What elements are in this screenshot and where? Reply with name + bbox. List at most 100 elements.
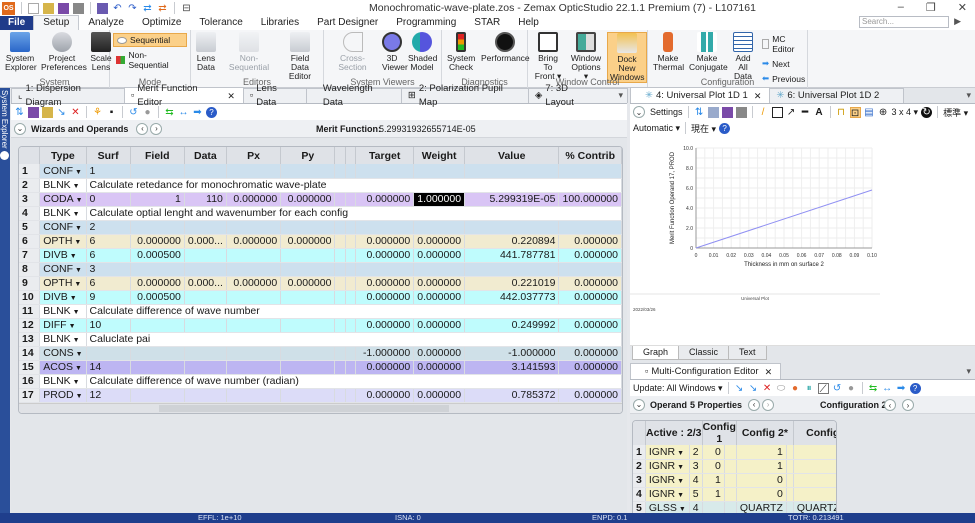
surf-cell[interactable]: 14 (86, 360, 131, 375)
operand-row[interactable]: 4 BLNK ▼ Calculate optial lenght and wavenu… (19, 206, 622, 221)
system-check-button[interactable]: System Check (445, 32, 477, 72)
dropdown-icon[interactable]: ▼ (679, 506, 686, 513)
data-cell[interactable] (184, 388, 227, 403)
operand-type-cell[interactable]: IGNR ▼ (645, 459, 690, 474)
operand-row[interactable]: 13 BLNK ▼ Caluclate pai (19, 332, 622, 347)
config-3-cell[interactable]: 1 (793, 445, 836, 460)
rectangle-icon[interactable] (771, 106, 783, 118)
operand-type-cell[interactable]: DIFF ▼ (39, 318, 87, 333)
operand-row[interactable]: 2 BLNK ▼ Calculate retedance for monochroma… (19, 178, 622, 193)
save-icon[interactable] (721, 106, 733, 118)
tab-merit-function-editor[interactable]: ▫ Merit Function Editor ✕ (123, 83, 244, 108)
non-sequential-editor-button[interactable]: Non-Sequential (220, 32, 278, 72)
insert-operand-icon[interactable]: ↘ (748, 383, 759, 394)
toggle-icon[interactable]: ● (846, 383, 857, 394)
column-header[interactable]: Active : 2/3 (645, 421, 703, 445)
py-cell[interactable] (280, 388, 336, 403)
surf-cell[interactable]: 6 (86, 248, 131, 263)
prev-property-button[interactable]: ‹ (748, 398, 761, 411)
solve-cell[interactable] (786, 445, 794, 460)
column-header[interactable] (334, 147, 346, 164)
target-cell[interactable]: 0.000000 (355, 388, 415, 403)
field-data-editor-button[interactable]: Field Data Editor (280, 32, 320, 81)
scrollbar-thumb[interactable] (159, 404, 449, 412)
column-header[interactable] (345, 147, 357, 164)
project-preferences-button[interactable]: Project Preferences (39, 32, 87, 72)
column-header[interactable]: Config 1 (702, 421, 737, 445)
config-1-cell[interactable]: 0 (702, 445, 725, 460)
operand-row[interactable]: 15 ACOS ▼ 14 0.000000 0.000000 3.141593 0.00000… (19, 360, 622, 375)
px-cell[interactable]: 0.000000 (226, 276, 282, 291)
empty-cell[interactable] (334, 346, 346, 361)
py-cell[interactable]: 0.000000 (280, 276, 336, 291)
tab-wavelength-data[interactable]: Wavelength Data (305, 83, 402, 108)
settings-expand-icon[interactable]: ⌄ (633, 106, 645, 118)
close-tab-icon[interactable]: ✕ (765, 365, 773, 379)
weight-cell[interactable] (413, 220, 466, 235)
sync-icon[interactable]: ⇆ (868, 383, 879, 394)
px-cell[interactable] (226, 346, 282, 361)
delete-icon[interactable]: ✕ (762, 383, 773, 394)
operand-type-cell[interactable]: BLNK ▼ (39, 374, 87, 389)
field-cell[interactable] (130, 262, 185, 277)
data-cell[interactable] (184, 290, 227, 305)
py-cell[interactable] (280, 346, 336, 361)
surf-cell[interactable]: 0 (86, 192, 131, 207)
operand-type-cell[interactable]: CONF ▼ (39, 220, 87, 235)
param-cell[interactable]: 5 (689, 487, 703, 502)
py-cell[interactable] (280, 318, 336, 333)
target-cell[interactable]: 0.000000 (355, 234, 415, 249)
operand-type-cell[interactable]: IGNR ▼ (645, 473, 690, 488)
menu-part-designer[interactable]: Part Designer (308, 16, 387, 30)
window-options-button[interactable]: Window Options ▾ (567, 32, 605, 81)
operand-row[interactable]: 6 OPTH ▼ 6 0.000000 0.000... 0.000000 0.000000 0… (19, 234, 622, 249)
operand-row[interactable]: 12 DIFF ▼ 10 0.000000 0.000000 0.249992 0.00000… (19, 318, 622, 333)
system-explorer-button[interactable]: System Explorer (3, 32, 37, 72)
menu-file[interactable]: File (0, 16, 34, 30)
menu-help[interactable]: Help (509, 16, 548, 30)
tab-classic[interactable]: Classic (678, 346, 730, 360)
weight-cell[interactable] (413, 262, 466, 277)
tab-universal-plot-1[interactable]: ✳ 4: Universal Plot 1D 1 ✕ (630, 87, 771, 103)
pencil-icon[interactable]: / (758, 107, 769, 118)
empty-cell[interactable] (334, 318, 346, 333)
data-cell[interactable] (184, 346, 227, 361)
weight-cell[interactable]: 1.000000 (413, 192, 466, 207)
field-cell[interactable] (130, 346, 185, 361)
surf-cell[interactable] (86, 346, 131, 361)
dropdown-icon[interactable]: ▼ (74, 239, 81, 246)
shaded-model-button[interactable]: Shaded Model (406, 32, 438, 72)
forward-icon[interactable]: ➡ (896, 383, 907, 394)
expand-operand-icon[interactable]: ⌄ (633, 398, 645, 411)
param-cell[interactable]: 4 (689, 473, 703, 488)
dropdown-icon[interactable]: ▼ (677, 450, 684, 457)
dropdown-icon[interactable]: ▼ (76, 351, 83, 358)
column-header[interactable]: Weight (413, 147, 466, 164)
weight-cell[interactable]: 0.000000 (413, 248, 466, 263)
py-cell[interactable] (280, 360, 336, 375)
undo-icon[interactable]: ↺ (832, 383, 843, 394)
dropdown-icon[interactable]: ▼ (74, 281, 81, 288)
column-header[interactable] (633, 421, 646, 445)
field-cell[interactable] (130, 318, 185, 333)
operand-type-cell[interactable]: DIVB ▼ (39, 290, 87, 305)
solve-cell[interactable] (724, 473, 737, 488)
target-cell[interactable]: 0.000000 (355, 318, 415, 333)
field-cell[interactable] (130, 360, 185, 375)
data-cell[interactable] (184, 164, 227, 179)
column-header[interactable]: Data (184, 147, 227, 164)
tab-universal-plot-2[interactable]: ✳ 6: Universal Plot 1D 2 (769, 88, 905, 103)
field-cell[interactable] (130, 164, 185, 179)
field-cell[interactable]: 0.000000 (130, 276, 185, 291)
data-cell[interactable]: 0.000... (184, 276, 227, 291)
comment-cell[interactable]: Calculate retedance for monochromatic wa… (86, 178, 622, 193)
tab-overflow-icon[interactable]: ▾ (966, 366, 971, 377)
target-cell[interactable] (355, 220, 415, 235)
help-icon[interactable]: ? (719, 122, 731, 134)
weight-cell[interactable]: 0.000000 (413, 290, 466, 305)
config-3-cell[interactable]: 0 (793, 487, 836, 502)
surf-cell[interactable]: 2 (86, 220, 131, 235)
solve-cell[interactable] (724, 487, 737, 502)
next-property-button[interactable]: › (762, 398, 775, 411)
refresh-icon[interactable]: ⇅ (694, 107, 705, 118)
